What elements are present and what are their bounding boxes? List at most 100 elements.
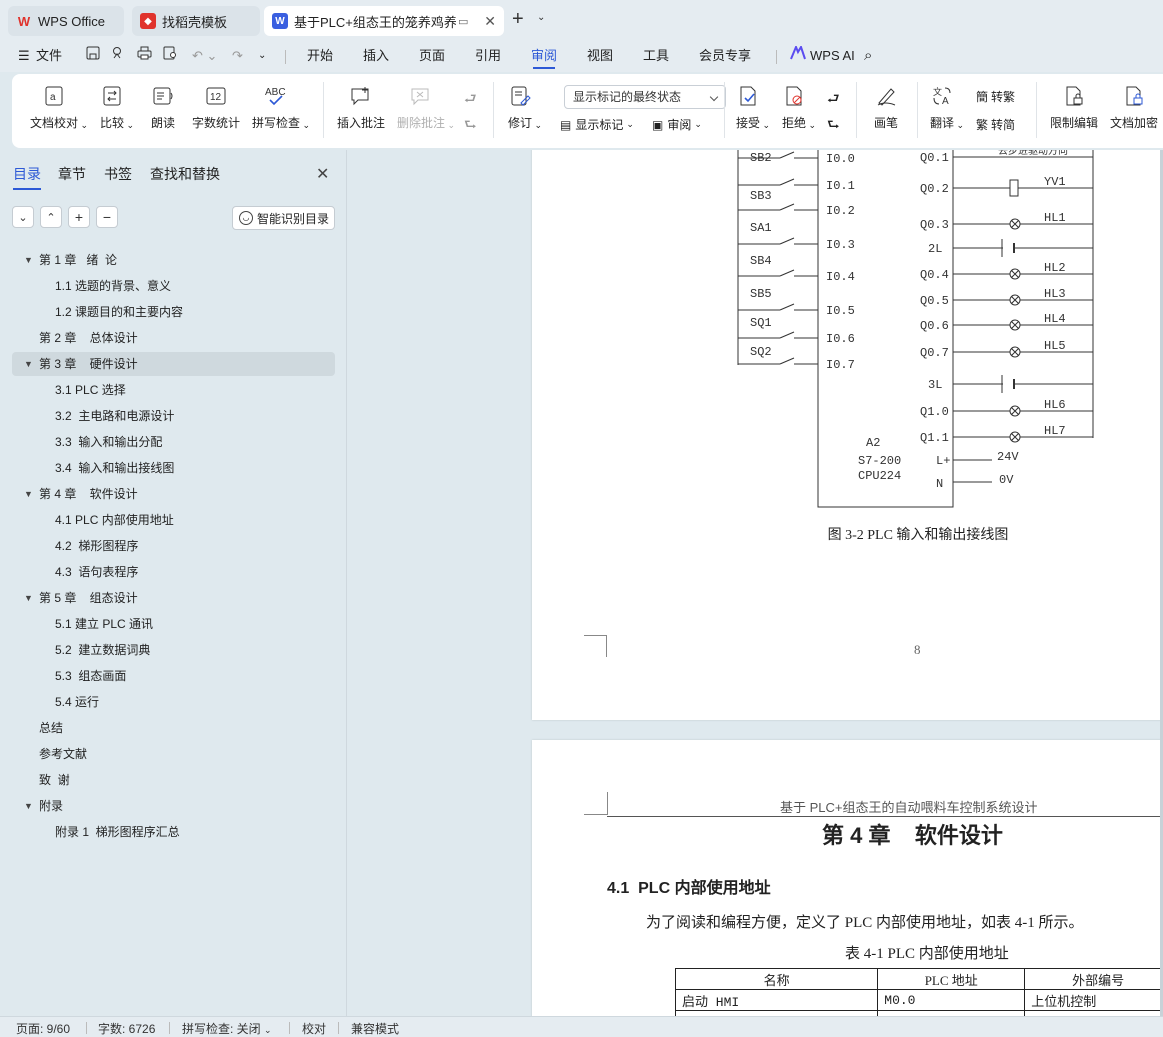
review-pane-button[interactable]: ▣ 审阅 ⌄: [652, 116, 702, 133]
redo-icon[interactable]: ↷: [232, 40, 243, 72]
toc-chapter[interactable]: ▼ 第 3 章 硬件设计: [12, 352, 335, 376]
tab-templates[interactable]: ◆ 找稻壳模板: [132, 6, 260, 36]
ribbon-separator: [856, 82, 857, 138]
search-icon[interactable]: ⌕: [864, 40, 872, 72]
pen-button[interactable]: 画笔: [874, 84, 898, 131]
proof-indicator[interactable]: 校对: [302, 1020, 326, 1037]
tab-wps-office[interactable]: W WPS Office: [8, 6, 124, 36]
next-change-icon[interactable]: ⮑: [827, 114, 840, 138]
tab-bookmarks[interactable]: 书签: [104, 164, 132, 184]
word-count-indicator[interactable]: 字数: 6726: [98, 1020, 155, 1037]
toc-chapter[interactable]: ▼ 第 1 章 绪 论: [12, 248, 335, 272]
menu-member[interactable]: 会员专享: [699, 40, 751, 72]
toc-chapter[interactable]: 总结: [12, 716, 335, 740]
print-icon[interactable]: [137, 40, 152, 72]
toc-section[interactable]: 1.1 选题的背景、意义: [12, 274, 335, 298]
accept-button[interactable]: 接受 ⌄: [736, 84, 770, 131]
toc-label: 3.3 输入和输出分配: [55, 435, 163, 449]
tab-sections[interactable]: 章节: [58, 164, 86, 184]
review-pane-label: 审阅: [667, 118, 692, 132]
print-preview-icon[interactable]: [163, 40, 178, 72]
menu-references[interactable]: 引用: [475, 40, 501, 72]
toc-section[interactable]: 5.4 运行: [12, 690, 335, 714]
remove-heading-button[interactable]: −: [96, 206, 118, 228]
toc-section[interactable]: 5.1 建立 PLC 通讯: [12, 612, 335, 636]
close-pane-icon[interactable]: ✕: [316, 164, 329, 184]
svg-text:a: a: [50, 92, 56, 103]
toc-chapter[interactable]: ▼ 附录: [12, 794, 335, 818]
compare-button[interactable]: 比较 ⌄: [100, 84, 134, 131]
toc-section[interactable]: 3.1 PLC 选择: [12, 378, 335, 402]
expand-triangle-icon[interactable]: ▼: [24, 586, 33, 610]
track-changes-button[interactable]: 修订 ⌄: [508, 84, 542, 131]
close-tab-icon[interactable]: ✕: [484, 13, 496, 30]
toc-section[interactable]: 3.3 输入和输出分配: [12, 430, 335, 454]
toc-chapter[interactable]: ▼ 第 5 章 组态设计: [12, 586, 335, 610]
menu-wps-ai[interactable]: WPS AI: [810, 40, 855, 72]
restrict-edit-button[interactable]: 限制编辑: [1050, 84, 1098, 131]
smart-toc-label: 智能识别目录: [257, 211, 330, 226]
translate-button[interactable]: 文A 翻译 ⌄: [930, 84, 964, 131]
toc-section[interactable]: 3.2 主电路和电源设计: [12, 404, 335, 428]
expand-triangle-icon[interactable]: ▼: [24, 794, 33, 818]
collapse-all-button[interactable]: ⌄: [12, 206, 34, 228]
add-heading-button[interactable]: +: [68, 206, 90, 228]
menu-tools[interactable]: 工具: [643, 40, 669, 72]
tab-document[interactable]: W 基于PLC+组态王的笼养鸡养殖 ▭ ✕: [264, 6, 504, 36]
monitor-icon[interactable]: ▭: [458, 15, 468, 28]
undo-icon[interactable]: ↶ ⌄: [192, 40, 217, 72]
read-aloud-button[interactable]: 朗读: [151, 84, 175, 131]
tab-toc[interactable]: 目录: [13, 164, 41, 190]
menu-page[interactable]: 页面: [419, 40, 445, 72]
previous-comment-icon[interactable]: ⮐: [464, 88, 477, 112]
spell-check-indicator[interactable]: 拼写检查: 关闭 ⌄: [182, 1020, 272, 1037]
chevron-up-icon: ⌃: [46, 211, 56, 224]
menu-file[interactable]: 文件: [36, 40, 62, 72]
insert-comment-label: 插入批注: [337, 116, 386, 130]
delete-comment-button[interactable]: 删除批注 ⌄: [397, 84, 455, 131]
new-tab-button[interactable]: +: [512, 8, 524, 31]
word-count-button[interactable]: 12 字数统计: [192, 84, 240, 131]
expand-triangle-icon[interactable]: ▼: [24, 482, 33, 506]
expand-up-button[interactable]: ⌃: [40, 206, 62, 228]
toc-chapter[interactable]: 致 谢: [12, 768, 335, 792]
share-icon[interactable]: [110, 40, 124, 72]
toc-section[interactable]: 4.1 PLC 内部使用地址: [12, 508, 335, 532]
smart-toc-button[interactable]: ◡ 智能识别目录: [232, 206, 335, 230]
previous-change-icon[interactable]: ⮐: [827, 88, 840, 112]
expand-triangle-icon[interactable]: ▼: [24, 352, 33, 376]
reject-button[interactable]: 拒绝 ⌄: [782, 84, 816, 131]
menu-review[interactable]: 审阅: [531, 40, 557, 72]
menu-home[interactable]: 开始: [307, 40, 333, 72]
spell-check-button[interactable]: ABC 拼写检查 ⌄: [252, 84, 310, 131]
toc-chapter[interactable]: 第 2 章 总体设计: [12, 326, 335, 350]
show-markup-button[interactable]: ▤ 显示标记 ⌄: [560, 116, 634, 133]
next-comment-icon[interactable]: ⮑: [464, 114, 477, 138]
markup-state-dropdown[interactable]: 显示标记的最终状态: [564, 85, 726, 109]
toc-chapter[interactable]: 参考文献: [12, 742, 335, 766]
tab-list-chevron-icon[interactable]: ⌄: [537, 12, 545, 23]
to-traditional-button[interactable]: 簡 转繁: [976, 88, 1015, 105]
toc-section[interactable]: 1.2 课题目的和主要内容: [12, 300, 335, 324]
toc-section[interactable]: 3.4 输入和输出接线图: [12, 456, 335, 480]
encrypt-button[interactable]: 文档加密: [1110, 84, 1158, 131]
toc-section[interactable]: 5.3 组态画面: [12, 664, 335, 688]
quick-access-chevron-icon[interactable]: ⌄: [258, 40, 266, 72]
toc-section[interactable]: 4.3 语句表程序: [12, 560, 335, 584]
wps-ai-icon[interactable]: [790, 40, 806, 72]
tab-find-replace[interactable]: 查找和替换: [150, 164, 220, 184]
insert-comment-button[interactable]: 插入批注: [337, 84, 385, 131]
toc-section[interactable]: 5.2 建立数据词典: [12, 638, 335, 662]
toc-section[interactable]: 4.2 梯形图程序: [12, 534, 335, 558]
menu-insert[interactable]: 插入: [363, 40, 389, 72]
expand-triangle-icon[interactable]: ▼: [24, 248, 33, 272]
to-simplified-button[interactable]: 繁 转简: [976, 116, 1015, 133]
menu-view[interactable]: 视图: [587, 40, 613, 72]
hamburger-icon[interactable]: ☰: [18, 40, 30, 72]
save-icon[interactable]: [86, 40, 100, 72]
proofread-button[interactable]: a 文档校对 ⌄: [30, 84, 88, 131]
page-indicator[interactable]: 页面: 9/60: [16, 1020, 70, 1037]
read-aloud-label: 朗读: [151, 116, 176, 130]
toc-section[interactable]: 附录 1 梯形图程序汇总: [12, 820, 335, 844]
toc-chapter[interactable]: ▼ 第 4 章 软件设计: [12, 482, 335, 506]
